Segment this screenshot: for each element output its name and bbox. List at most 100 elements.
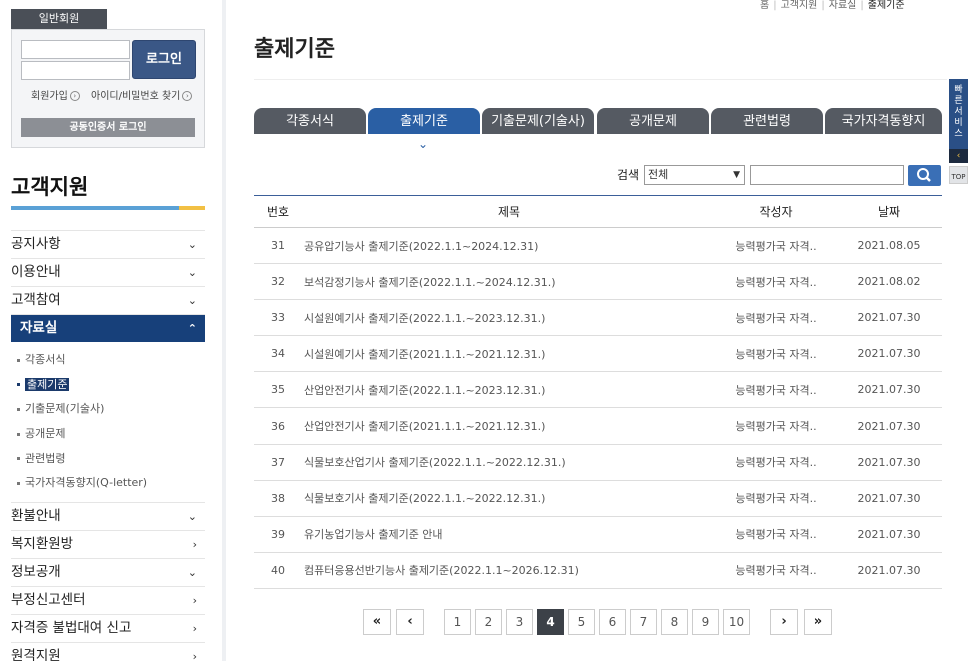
submenu-qletter[interactable]: 국가자격동향지(Q-letter) bbox=[17, 471, 205, 496]
tab-forms[interactable]: 각종서식 bbox=[254, 108, 366, 134]
table-row: 39 유기농업기능사 출제기준 안내 능력평가국 자격.. 2021.07.30 bbox=[254, 516, 942, 553]
row-title-link[interactable]: 유기농업기능사 출제기준 안내 bbox=[302, 516, 716, 553]
menu-label: 정보공개 bbox=[11, 564, 61, 581]
menu-guide[interactable]: 이용안내 ⌄ bbox=[11, 258, 205, 286]
menu-participation[interactable]: 고객참여 ⌄ bbox=[11, 286, 205, 314]
menu-label: 자료실 bbox=[20, 320, 58, 336]
table-row: 34 시설원예기사 출제기준(2021.1.1.~2021.12.31.) 능력평가… bbox=[254, 335, 942, 373]
row-title-link[interactable]: 산업안전기사 출제기준(2021.1.1.~2021.12.31.) bbox=[302, 407, 716, 445]
breadcrumb-support[interactable]: 고객지원 bbox=[781, 0, 818, 11]
menu-notice[interactable]: 공지사항 ⌄ bbox=[11, 230, 205, 258]
tab-past-exams[interactable]: 기출문제(기술사) bbox=[482, 108, 594, 134]
row-date: 2021.07.30 bbox=[836, 407, 942, 445]
join-link[interactable]: 회원가입 › bbox=[31, 91, 80, 102]
table-row: 37 식물보호산업기사 출제기준(2022.1.1.~2022.12.31.) 능력… bbox=[254, 444, 942, 481]
tab-public-exams[interactable]: 공개문제 bbox=[597, 108, 709, 134]
row-number: 31 bbox=[254, 227, 302, 265]
submenu-past-exams[interactable]: 기출문제(기술사) bbox=[17, 397, 205, 422]
row-title-link[interactable]: 공유압기능사 출제기준(2022.1.1~2024.12.31) bbox=[302, 227, 716, 265]
row-author: 능력평가국 자격.. bbox=[716, 299, 836, 337]
page-9[interactable]: 9 bbox=[692, 609, 719, 635]
row-author: 능력평가국 자격.. bbox=[716, 371, 836, 409]
submenu-forms[interactable]: 각종서식 bbox=[17, 348, 205, 373]
row-date: 2021.07.30 bbox=[836, 516, 942, 553]
table-row: 33 시설원예기사 출제기준(2022.1.1.~2023.12.31.) 능력평가… bbox=[254, 299, 942, 337]
page-7[interactable]: 7 bbox=[630, 609, 657, 635]
page-2[interactable]: 2 bbox=[475, 609, 502, 635]
password-input[interactable] bbox=[21, 61, 130, 80]
search-button[interactable] bbox=[908, 165, 941, 186]
menu-label: 공지사항 bbox=[11, 236, 61, 252]
search-input[interactable] bbox=[750, 165, 904, 185]
row-date: 2021.07.30 bbox=[836, 335, 942, 373]
quick-service-toggle[interactable]: ‹ bbox=[949, 149, 968, 163]
id-input[interactable] bbox=[21, 40, 130, 59]
find-account-link[interactable]: 아이디/비밀번호 찾기 › bbox=[91, 91, 193, 102]
submenu-standards[interactable]: 출제기준 bbox=[17, 373, 205, 398]
select-value: 전체 bbox=[648, 168, 669, 181]
sidebar-menu: 공지사항 ⌄ 이용안내 ⌄ 고객참여 ⌄ 자료실 ⌃ 각종서식 출제기준 기출문제(기술… bbox=[11, 230, 205, 661]
chevron-down-icon: ⌄ bbox=[187, 566, 197, 580]
tab-laws[interactable]: 관련법령 bbox=[711, 108, 823, 134]
first-page-button[interactable]: « bbox=[363, 609, 391, 635]
page-8[interactable]: 8 bbox=[661, 609, 688, 635]
breadcrumb-home[interactable]: 홈 bbox=[760, 0, 769, 11]
menu-label: 고객참여 bbox=[11, 292, 61, 308]
header-title: 제목 bbox=[302, 195, 716, 228]
menu-illegal-rental[interactable]: 자격증 불법대여 신고 › bbox=[11, 614, 205, 642]
submenu-public-exams[interactable]: 공개문제 bbox=[17, 422, 205, 447]
menu-report-center[interactable]: 부정신고센터 › bbox=[11, 586, 205, 614]
page-title: 출제기준 bbox=[254, 37, 335, 62]
row-title-link[interactable]: 산업안전기사 출제기준(2022.1.1.~2023.12.31.) bbox=[302, 371, 716, 409]
chevron-right-icon: › bbox=[192, 538, 197, 552]
tab-standards[interactable]: 출제기준 bbox=[368, 108, 480, 134]
submenu-label: 각종서식 bbox=[25, 353, 66, 366]
chevron-down-icon: ⌄ bbox=[187, 238, 197, 251]
search-label: 검색 bbox=[617, 168, 640, 182]
login-tab[interactable]: 일반회원 bbox=[11, 9, 107, 29]
menu-refund[interactable]: 환불안내 ⌄ bbox=[11, 502, 205, 530]
scroll-top-button[interactable]: TOP bbox=[949, 166, 968, 184]
submenu-laws[interactable]: 관련법령 bbox=[17, 447, 205, 472]
menu-welfare[interactable]: 복지환원방 › bbox=[11, 530, 205, 558]
table-row: 35 산업안전기사 출제기준(2022.1.1.~2023.12.31.) 능력평가… bbox=[254, 371, 942, 409]
login-button[interactable]: 로그인 bbox=[132, 40, 196, 79]
row-date: 2021.07.30 bbox=[836, 371, 942, 409]
row-date: 2021.07.30 bbox=[836, 444, 942, 481]
row-title-link[interactable]: 컴퓨터응용선반기능사 출제기준(2022.1.1~2026.12.31) bbox=[302, 552, 716, 589]
menu-library[interactable]: 자료실 ⌃ bbox=[11, 314, 205, 342]
breadcrumb-library[interactable]: 자료실 bbox=[829, 0, 857, 11]
search-icon bbox=[917, 168, 931, 182]
menu-label: 원격지원 bbox=[11, 648, 61, 661]
breadcrumb: 홈 | 고객지원 | 자료실 | 출제기준 bbox=[760, 0, 905, 11]
row-title-link[interactable]: 식물보호산업기사 출제기준(2022.1.1.~2022.12.31.) bbox=[302, 444, 716, 481]
tab-qletter[interactable]: 국가자격동향지 bbox=[825, 108, 942, 134]
row-author: 능력평가국 자격.. bbox=[716, 516, 836, 553]
arrow-right-icon: › bbox=[69, 91, 80, 101]
next-page-button[interactable]: › bbox=[770, 609, 798, 635]
row-title-link[interactable]: 식물보호기사 출제기준(2022.1.1.~2022.12.31.) bbox=[302, 480, 716, 517]
row-title-link[interactable]: 시설원예기사 출제기준(2021.1.1.~2021.12.31.) bbox=[302, 335, 716, 373]
certificate-login-button[interactable]: 공동인증서 로그인 bbox=[21, 118, 195, 137]
row-date: 2021.08.05 bbox=[836, 227, 942, 265]
menu-label: 환불안내 bbox=[11, 508, 61, 525]
page-1[interactable]: 1 bbox=[444, 609, 471, 635]
page-4-current[interactable]: 4 bbox=[537, 609, 564, 635]
menu-remote-support[interactable]: 원격지원 › bbox=[11, 642, 205, 661]
prev-page-button[interactable]: ‹ bbox=[396, 609, 424, 635]
page-3[interactable]: 3 bbox=[506, 609, 533, 635]
page-10[interactable]: 10 bbox=[723, 609, 750, 635]
row-title-link[interactable]: 시설원예기사 출제기준(2022.1.1.~2023.12.31.) bbox=[302, 299, 716, 337]
arrow-right-icon: › bbox=[182, 91, 193, 101]
quick-service-label: 빠른서비스 bbox=[954, 85, 963, 139]
chevron-up-icon: ⌃ bbox=[187, 322, 197, 335]
page-5[interactable]: 5 bbox=[568, 609, 595, 635]
menu-label: 자격증 불법대여 신고 bbox=[11, 620, 132, 637]
submenu-label: 공개문제 bbox=[25, 427, 66, 441]
last-page-button[interactable]: » bbox=[804, 609, 832, 635]
page-6[interactable]: 6 bbox=[599, 609, 626, 635]
search-category-select[interactable]: 전체 ▼ bbox=[644, 165, 745, 185]
row-title-link[interactable]: 보석감정기능사 출제기준(2022.1.1.~2024.12.31.) bbox=[302, 263, 716, 301]
menu-disclosure[interactable]: 정보공개 ⌄ bbox=[11, 558, 205, 586]
title-underline bbox=[11, 206, 205, 210]
